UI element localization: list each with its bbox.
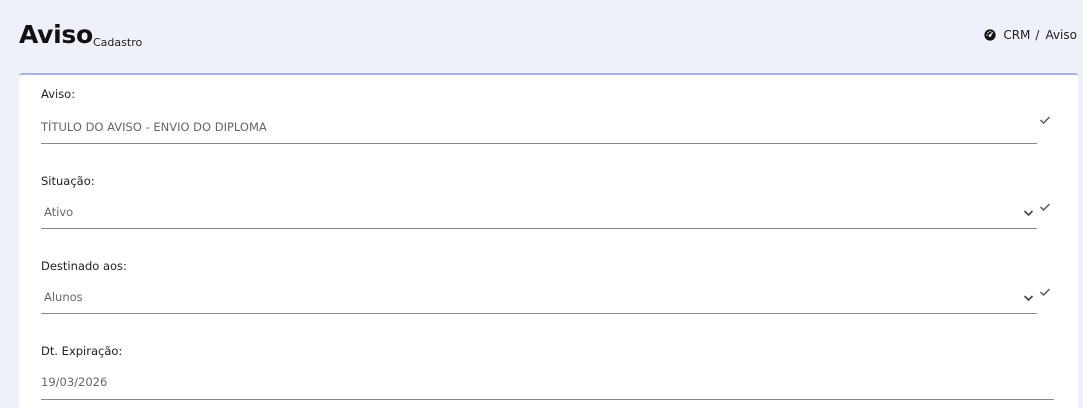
- situacao-select[interactable]: Ativo: [44, 205, 73, 219]
- page-header: Aviso Cadastro CRM / Aviso: [0, 0, 1083, 75]
- situacao-underline: [41, 228, 1037, 229]
- expiracao-underline: [41, 399, 1054, 400]
- aviso-input[interactable]: TÍTULO DO AVISO - ENVIO DO DIPLOMA: [41, 120, 267, 134]
- destinado-underline: [41, 313, 1037, 314]
- check-icon: [1040, 116, 1050, 124]
- dashboard-icon[interactable]: [984, 29, 996, 41]
- breadcrumb-separator: /: [1035, 28, 1040, 42]
- aviso-label: Aviso:: [41, 87, 76, 101]
- chevron-down-icon[interactable]: [1023, 209, 1034, 217]
- destinado-field: Destinado aos: Alunos: [41, 259, 1061, 319]
- situacao-field: Situação: Ativo: [41, 174, 1061, 234]
- expiracao-field: Dt. Expiração: 19/03/2026: [41, 344, 1061, 404]
- breadcrumb: CRM / Aviso: [984, 28, 1077, 42]
- aviso-underline: [41, 143, 1037, 144]
- aviso-field: Aviso: TÍTULO DO AVISO - ENVIO DO DIPLOM…: [41, 87, 1061, 147]
- page-subtitle: Cadastro: [93, 36, 143, 49]
- form-card: Aviso: TÍTULO DO AVISO - ENVIO DO DIPLOM…: [19, 73, 1078, 408]
- expiracao-label: Dt. Expiração:: [41, 344, 123, 358]
- chevron-down-icon[interactable]: [1023, 294, 1034, 302]
- check-icon: [1040, 203, 1050, 211]
- page-title: Aviso: [19, 20, 93, 49]
- breadcrumb-item-aviso: Aviso: [1045, 28, 1077, 42]
- destinado-select[interactable]: Alunos: [44, 290, 83, 304]
- check-icon: [1040, 288, 1050, 296]
- destinado-label: Destinado aos:: [41, 259, 127, 273]
- expiracao-input[interactable]: 19/03/2026: [41, 375, 107, 389]
- situacao-label: Situação:: [41, 174, 95, 188]
- breadcrumb-item-crm[interactable]: CRM: [1003, 28, 1030, 42]
